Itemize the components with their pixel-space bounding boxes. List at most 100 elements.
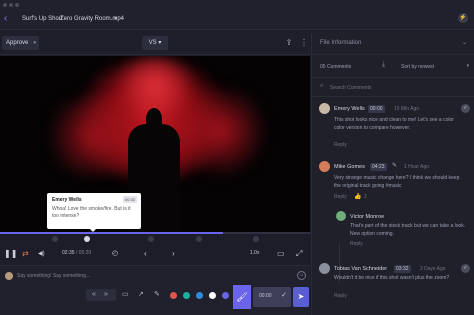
- comment-text: This shot looks nice and clean to me! Le…: [334, 117, 454, 131]
- close-dot[interactable]: [3, 3, 7, 7]
- comment-author: Victor Monroe: [350, 214, 385, 220]
- next-frame-icon[interactable]: ›: [172, 248, 175, 260]
- version-compare-button[interactable]: VS ▾: [142, 36, 168, 50]
- comment-marker[interactable]: [52, 236, 58, 242]
- panel-title: File Information: [320, 40, 362, 46]
- avatar: [319, 263, 330, 274]
- comment-count: 05 Comments: [320, 64, 352, 70]
- reply-link[interactable]: Reply: [334, 194, 347, 200]
- loop-icon[interactable]: ⇄: [22, 248, 29, 260]
- share-icon[interactable]: ⇪: [282, 36, 296, 50]
- comments-toolbar: 05 Comments ⤓ Sort by newest ▾: [312, 56, 474, 78]
- more-options-icon[interactable]: ⋮: [299, 36, 309, 50]
- thumbs-up-icon[interactable]: 👍: [354, 193, 361, 200]
- color-swatch-white[interactable]: [209, 292, 216, 299]
- comment-composer: Say something! Say something... ☺ « » ▭ …: [0, 265, 310, 315]
- sort-dropdown[interactable]: Sort by newest: [401, 64, 434, 70]
- comment-text: Wouldn't it be nice if this shot wasn't …: [334, 275, 450, 281]
- send-button[interactable]: ➤: [293, 287, 309, 307]
- comment-marker[interactable]: [84, 236, 90, 242]
- forward-icon[interactable]: »: [104, 290, 108, 300]
- avatar: [319, 103, 330, 114]
- comment-timecode[interactable]: 03:32: [394, 265, 411, 273]
- comment-author: Tobias Van Schneider: [334, 266, 388, 272]
- time-total: / 05:20: [75, 250, 92, 256]
- pause-icon[interactable]: ❚❚: [4, 248, 17, 260]
- skip-group: [86, 289, 116, 301]
- comment-author: Mike Gomes: [334, 164, 365, 170]
- comment-age: 2 Days Ago: [420, 266, 446, 272]
- volume-icon[interactable]: ◀): [38, 248, 45, 260]
- reply-link[interactable]: Reply: [350, 241, 363, 247]
- approve-dropdown[interactable]: Approve ▾: [2, 36, 39, 50]
- brush-icon[interactable]: 🖌: [233, 285, 251, 309]
- timecode-toggle[interactable]: 00:00 ✓: [253, 287, 291, 307]
- screen-mode-icon[interactable]: ▭: [277, 248, 285, 260]
- fullscreen-icon[interactable]: ⤢: [296, 248, 302, 260]
- rewind-icon[interactable]: «: [92, 290, 96, 300]
- reply-link[interactable]: Reply: [334, 293, 347, 299]
- timeline-progress: [0, 232, 224, 234]
- comment-search[interactable]: ⌕ Search Comments: [312, 79, 474, 97]
- title-bar: ‹ Surf's Up Short Zero Gravity Room.mp4 …: [0, 0, 474, 30]
- file-dropdown-caret-icon[interactable]: ▾: [114, 15, 117, 22]
- rectangle-tool-icon[interactable]: ▭: [122, 290, 129, 300]
- avatar: [336, 211, 346, 221]
- avatar: [5, 272, 13, 280]
- window-controls: [3, 3, 19, 7]
- review-toolbar: Approve ▾ VS ▾ ⇪ ⋮: [0, 31, 310, 55]
- comment-text: Very strange music change here? I think …: [334, 175, 460, 189]
- complete-check-icon[interactable]: ✓: [461, 264, 470, 273]
- playback-speed[interactable]: 1.0x: [250, 250, 259, 256]
- check-icon[interactable]: ✓: [281, 291, 287, 299]
- color-swatch-blue[interactable]: [196, 292, 203, 299]
- comment-author: Emery Wells: [334, 106, 365, 112]
- pen-tool-icon[interactable]: ✎: [154, 290, 160, 300]
- download-icon[interactable]: ⤓: [382, 61, 385, 69]
- timecode-display: 02:35 / 05:20: [62, 250, 91, 256]
- approve-label: Approve: [6, 40, 29, 46]
- comment-age: 15 Min Ago: [394, 106, 420, 112]
- chevron-down-icon[interactable]: ⌄: [462, 39, 467, 46]
- color-swatch-red[interactable]: [170, 292, 177, 299]
- playback-controls: ❚❚ ⇄ ◀) 02:35 / 05:20 ◴ ‹ › 1.0x ▭ ⤢: [0, 244, 310, 264]
- comment-markers: [0, 235, 310, 243]
- color-swatch-teal[interactable]: [183, 292, 190, 299]
- previous-frame-icon[interactable]: ‹: [144, 248, 147, 260]
- comments-panel: File Information ⌄ 05 Comments ⤓ Sort by…: [311, 31, 474, 315]
- time-current: 02:35: [62, 250, 75, 256]
- panel-header[interactable]: File Information ⌄: [312, 31, 474, 55]
- chevron-down-icon: ▾: [33, 40, 36, 46]
- annotation-tools: « » ▭ ↗ ✎ 🖌 00:00 ✓ ➤: [0, 285, 310, 309]
- back-chevron-icon[interactable]: ‹: [4, 14, 10, 24]
- color-swatch-purple[interactable]: [222, 292, 229, 299]
- comment-marker[interactable]: [148, 236, 154, 242]
- search-icon: ⌕: [320, 83, 324, 89]
- search-input[interactable]: Search Comments: [330, 85, 371, 91]
- complete-check-icon[interactable]: ✓: [461, 104, 470, 113]
- emoji-icon[interactable]: ☺: [297, 271, 306, 280]
- comment-timecode[interactable]: 00:00: [368, 105, 385, 113]
- like-count: 2: [364, 194, 367, 200]
- arrow-tool-icon[interactable]: ↗: [138, 290, 144, 300]
- zoom-dot[interactable]: [15, 3, 19, 7]
- comment-tooltip: Emery Wells 00:30 Whoa! Love the smoke/f…: [47, 193, 141, 229]
- smoke-cloud: [110, 56, 200, 116]
- comment-marker[interactable]: [196, 236, 202, 242]
- avatar: [319, 161, 330, 172]
- composer-timecode: 00:00: [259, 293, 272, 299]
- comment-age: 1 Hour Ago: [404, 164, 430, 170]
- clock-icon[interactable]: ◴: [112, 248, 118, 260]
- comment-timecode[interactable]: 04:23: [370, 163, 387, 171]
- tooltip-timecode: 00:30: [122, 196, 137, 203]
- pen-annotation-icon: ✎: [392, 163, 398, 169]
- comment-marker[interactable]: [253, 236, 259, 242]
- tooltip-text: Whoa! Love the smoke/fire. But is it too…: [52, 206, 131, 219]
- chevron-down-icon[interactable]: ▾: [466, 63, 469, 69]
- reply-link[interactable]: Reply: [334, 142, 347, 148]
- lightning-button[interactable]: ⚡: [458, 13, 468, 23]
- comment-input[interactable]: Say something! Say something...: [17, 271, 267, 281]
- comment-text: That's part of the stock track but we ca…: [350, 223, 466, 237]
- breadcrumb-project[interactable]: Surf's Up Short: [22, 16, 63, 22]
- minimize-dot[interactable]: [9, 3, 13, 7]
